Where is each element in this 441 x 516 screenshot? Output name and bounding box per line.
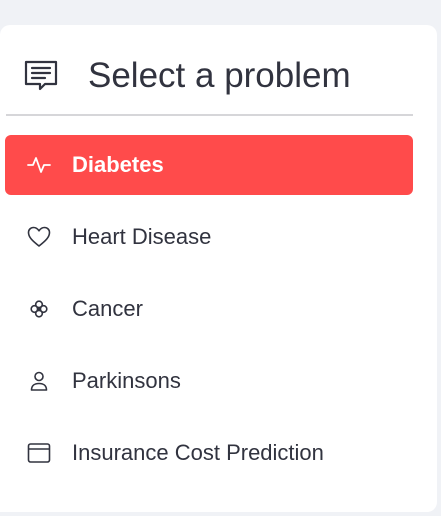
menu-item-label: Cancer <box>72 296 143 321</box>
menu-item-parkinsons[interactable]: Parkinsons <box>5 351 413 411</box>
activity-icon <box>27 153 51 177</box>
window-icon <box>27 441 51 465</box>
flower-icon <box>27 297 51 321</box>
menu-item-insurance-cost-prediction[interactable]: Insurance Cost Prediction <box>5 423 413 483</box>
menu-header: Select a problem <box>6 25 413 116</box>
menu-item-label: Diabetes <box>72 152 164 177</box>
menu-title: Select a problem <box>88 56 351 95</box>
person-icon <box>27 369 51 393</box>
menu-item-heart-disease[interactable]: Heart Disease <box>5 207 413 267</box>
menu-item-label: Insurance Cost Prediction <box>72 440 324 465</box>
sidebar-menu: Select a problem Diabetes Heart Disease <box>0 25 437 512</box>
menu-item-label: Parkinsons <box>72 368 181 393</box>
chat-text-icon <box>23 58 59 94</box>
menu-item-label: Heart Disease <box>72 224 212 249</box>
menu-item-cancer[interactable]: Cancer <box>5 279 413 339</box>
heart-icon <box>27 225 51 249</box>
menu-list: Diabetes Heart Disease Cancer Parkinsons… <box>5 135 413 495</box>
menu-item-diabetes[interactable]: Diabetes <box>5 135 413 195</box>
